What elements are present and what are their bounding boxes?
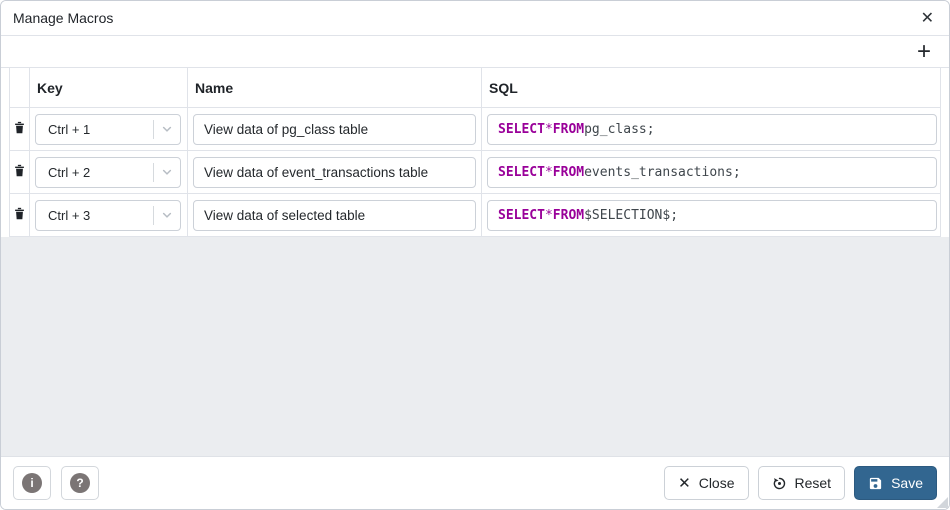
column-header-sql: SQL (482, 68, 940, 107)
column-header-delete (10, 68, 30, 107)
macro-sql-editor[interactable]: SELECT * FROM $SELECTION$; (487, 200, 937, 231)
chevron-down-icon (154, 209, 180, 221)
column-header-name: Name (188, 68, 482, 107)
macro-name-input[interactable] (193, 200, 476, 231)
key-select[interactable]: Ctrl + 1 (35, 114, 181, 145)
macro-name-input[interactable] (193, 157, 476, 188)
key-select-value: Ctrl + 3 (36, 208, 153, 223)
table-header-row: Key Name SQL (10, 68, 940, 108)
delete-macro-button[interactable] (11, 119, 28, 140)
save-icon (868, 476, 883, 491)
trash-icon (13, 164, 26, 181)
close-x-icon: ✕ (678, 474, 691, 492)
macro-sql-editor[interactable]: SELECT * FROM events_transactions; (487, 157, 937, 188)
help-button[interactable]: ? (61, 466, 99, 500)
trash-icon (13, 121, 26, 138)
dialog-footer: i ? ✕ Close Reset Save (1, 456, 949, 509)
macro-row-2: Ctrl + 2 SELECT * FROM events_transactio… (10, 151, 940, 194)
info-icon: i (22, 473, 42, 493)
key-select-value: Ctrl + 1 (36, 122, 153, 137)
empty-area (1, 237, 949, 456)
macro-name-input[interactable] (193, 114, 476, 145)
macros-toolbar: + (1, 36, 949, 68)
chevron-down-icon (154, 123, 180, 135)
key-select[interactable]: Ctrl + 3 (35, 200, 181, 231)
help-icon: ? (70, 473, 90, 493)
add-macro-button[interactable]: + (909, 41, 939, 63)
key-select-value: Ctrl + 2 (36, 165, 153, 180)
manage-macros-dialog: Manage Macros ✕ + Key Name SQL Ctrl + 1 (0, 0, 950, 510)
macro-row-3: Ctrl + 3 SELECT * FROM $SELECTION$; (10, 194, 940, 237)
dialog-titlebar: Manage Macros ✕ (1, 1, 949, 36)
macro-sql-editor[interactable]: SELECT * FROM pg_class; (487, 114, 937, 145)
dialog-title: Manage Macros (13, 10, 113, 26)
delete-macro-button[interactable] (11, 162, 28, 183)
delete-macro-button[interactable] (11, 205, 28, 226)
macro-row-1: Ctrl + 1 SELECT * FROM pg_class; (10, 108, 940, 151)
close-button[interactable]: ✕ Close (664, 466, 748, 500)
macros-table: Key Name SQL Ctrl + 1 SELECT * F (9, 68, 941, 237)
save-button[interactable]: Save (854, 466, 937, 500)
column-header-key: Key (30, 68, 188, 107)
resize-handle[interactable] (937, 497, 948, 508)
trash-icon (13, 207, 26, 224)
reset-icon (772, 476, 787, 491)
dialog-close-icon[interactable]: ✕ (918, 8, 937, 28)
reset-button[interactable]: Reset (758, 466, 846, 500)
info-button[interactable]: i (13, 466, 51, 500)
chevron-down-icon (154, 166, 180, 178)
key-select[interactable]: Ctrl + 2 (35, 157, 181, 188)
